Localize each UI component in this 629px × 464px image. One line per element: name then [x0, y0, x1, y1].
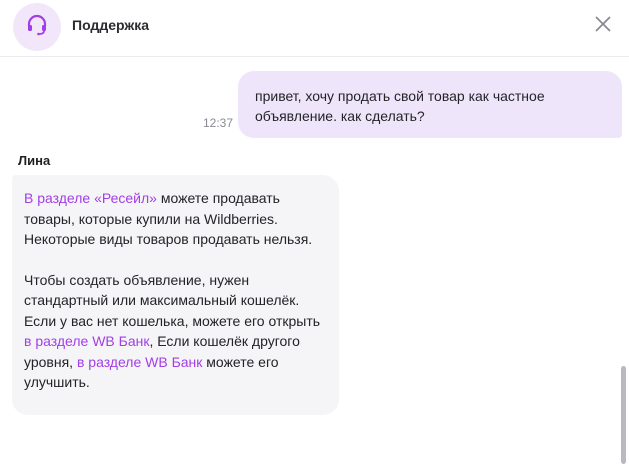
close-icon: [595, 16, 611, 37]
message-text: привет, хочу продать свой товар как част…: [255, 88, 545, 104]
message-paragraph: В разделе «Ресейл» можете продавать това…: [24, 188, 327, 250]
message-text: стандартный или максимальный кошелёк.: [24, 292, 300, 308]
message-text: объявление. как сделать?: [255, 108, 425, 124]
message-text: улучшить.: [24, 374, 90, 390]
close-button[interactable]: [593, 16, 613, 36]
headset-icon: [25, 13, 49, 42]
outgoing-message: привет, хочу продать свой товар как част…: [238, 71, 622, 138]
message-text: Если у вас нет кошелька, можете его откр…: [24, 312, 321, 329]
message-time: 12:37: [203, 116, 234, 130]
chat-messages[interactable]: привет, хочу продать свой товар как част…: [0, 57, 629, 464]
message-text: можете продавать: [156, 190, 280, 206]
message-text: Чтобы создать объявление, нужен: [24, 271, 250, 288]
incoming-message: В разделе «Ресейл» можете продавать това…: [12, 175, 339, 415]
sender-name: Лина: [18, 153, 51, 168]
chat-header: Поддержка: [0, 0, 629, 57]
message-text: , Если кошелёк другого: [149, 333, 300, 349]
wb-bank-link[interactable]: в разделе WB Банк: [77, 354, 202, 370]
page-title: Поддержка: [72, 17, 150, 33]
scrollbar-thumb[interactable]: [621, 366, 626, 464]
message-text: товары, которые купили на Wildberries.: [24, 210, 278, 227]
message-text: Некоторые виды товаров продавать нельзя.: [24, 231, 313, 247]
message-text: можете его: [202, 353, 279, 370]
message-paragraph: Чтобы создать объявление, нужен стандарт…: [24, 270, 327, 393]
wb-bank-link[interactable]: в разделе WB Банк: [24, 333, 149, 349]
resale-link[interactable]: В разделе «Ресейл»: [24, 190, 157, 206]
support-avatar: [13, 3, 61, 51]
message-text: уровня,: [24, 353, 77, 370]
